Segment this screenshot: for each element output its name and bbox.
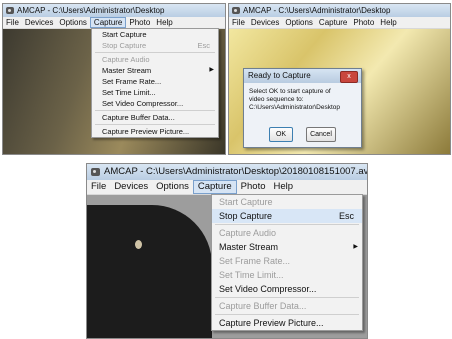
menu-bar: File Devices Options Capture Photo Help: [229, 17, 450, 29]
menu-item-master-stream[interactable]: Master Stream ▶: [92, 65, 218, 76]
menu-file[interactable]: File: [87, 180, 110, 194]
submenu-arrow-icon: ▶: [209, 67, 214, 73]
menu-devices[interactable]: Devices: [248, 17, 282, 28]
menu-item-capture-buffer-data[interactable]: Capture Buffer Data...: [212, 299, 362, 313]
preview-dark-region: [87, 205, 212, 338]
menu-file[interactable]: File: [229, 17, 248, 28]
menu-separator: [215, 224, 359, 225]
amcap-window-capturing: AMCAP - C:\Users\Administrator\Desktop\2…: [86, 163, 368, 339]
window-title: AMCAP - C:\Users\Administrator\Desktop: [243, 6, 391, 15]
menu-separator: [95, 52, 215, 53]
menu-help[interactable]: Help: [270, 180, 298, 194]
menu-item-set-time-limit[interactable]: Set Time Limit...: [92, 87, 218, 98]
menu-photo[interactable]: Photo: [126, 17, 153, 28]
menu-item-capture-preview-picture[interactable]: Capture Preview Picture...: [92, 126, 218, 137]
menu-item-set-frame-rate[interactable]: Set Frame Rate...: [212, 254, 362, 268]
menu-capture[interactable]: Capture: [316, 17, 350, 28]
menu-item-set-video-compressor[interactable]: Set Video Compressor...: [212, 282, 362, 296]
close-icon[interactable]: x: [340, 71, 358, 83]
menu-options[interactable]: Options: [152, 180, 193, 194]
amcap-window-ready-dialog: AMCAP - C:\Users\Administrator\Desktop F…: [228, 3, 451, 155]
ready-to-capture-dialog: Ready to Capture x Select OK to start ca…: [243, 68, 362, 148]
dialog-message: Select OK to start capture of video sequ…: [244, 83, 361, 112]
menu-help[interactable]: Help: [377, 17, 399, 28]
menu-item-set-frame-rate[interactable]: Set Frame Rate...: [92, 76, 218, 87]
menu-item-set-time-limit[interactable]: Set Time Limit...: [212, 268, 362, 282]
window-title: AMCAP - C:\Users\Administrator\Desktop\2…: [104, 166, 367, 177]
menu-separator: [215, 314, 359, 315]
menu-item-stop-capture[interactable]: Stop Capture Esc: [92, 40, 218, 51]
menu-devices[interactable]: Devices: [22, 17, 56, 28]
shortcut-label: Esc: [197, 41, 210, 50]
preview-insect: [135, 240, 142, 249]
ok-button[interactable]: OK: [269, 127, 293, 142]
menu-capture[interactable]: Capture: [89, 17, 127, 28]
capture-dropdown-menu: Start Capture Stop Capture Esc Capture Au…: [91, 28, 219, 138]
menu-capture[interactable]: Capture: [192, 180, 237, 194]
menu-options[interactable]: Options: [56, 17, 90, 28]
cancel-button[interactable]: Cancel: [306, 127, 336, 142]
dialog-message-path: C:\Users\Administrator\Desktop: [249, 104, 341, 111]
menu-separator: [215, 297, 359, 298]
menu-photo[interactable]: Photo: [237, 180, 270, 194]
menu-item-capture-audio[interactable]: Capture Audio: [212, 226, 362, 240]
camera-app-icon: [91, 168, 100, 176]
capture-dropdown-menu: Start Capture Stop Capture Esc Capture Au…: [211, 194, 363, 331]
menu-photo[interactable]: Photo: [350, 17, 377, 28]
dialog-titlebar: Ready to Capture x: [244, 69, 361, 83]
menu-item-capture-audio[interactable]: Capture Audio: [92, 54, 218, 65]
shortcut-label: Esc: [338, 211, 354, 221]
menu-item-capture-buffer-data[interactable]: Capture Buffer Data...: [92, 112, 218, 123]
menu-item-stop-capture[interactable]: Stop Capture Esc: [212, 209, 362, 223]
menu-devices[interactable]: Devices: [110, 180, 152, 194]
amcap-window-capture-menu-open: AMCAP - C:\Users\Administrator\Desktop F…: [2, 3, 226, 155]
menu-item-start-capture[interactable]: Start Capture: [212, 195, 362, 209]
window-titlebar: AMCAP - C:\Users\Administrator\Desktop: [3, 4, 225, 17]
camera-app-icon: [232, 7, 240, 14]
menu-item-set-video-compressor[interactable]: Set Video Compressor...: [92, 98, 218, 109]
window-titlebar: AMCAP - C:\Users\Administrator\Desktop\2…: [87, 164, 367, 180]
menu-separator: [95, 110, 215, 111]
window-titlebar: AMCAP - C:\Users\Administrator\Desktop: [229, 4, 450, 17]
menu-item-master-stream[interactable]: Master Stream ▶: [212, 240, 362, 254]
menu-item-capture-preview-picture[interactable]: Capture Preview Picture...: [212, 316, 362, 330]
menu-file[interactable]: File: [3, 17, 22, 28]
dialog-message-line: video sequence to:: [249, 96, 304, 103]
menu-item-start-capture[interactable]: Start Capture: [92, 29, 218, 40]
window-title: AMCAP - C:\Users\Administrator\Desktop: [17, 6, 165, 15]
menu-separator: [95, 124, 215, 125]
menu-options[interactable]: Options: [282, 17, 316, 28]
dialog-title: Ready to Capture: [248, 71, 311, 80]
submenu-arrow-icon: ▶: [353, 244, 358, 250]
dialog-message-line: Select OK to start capture of: [249, 88, 331, 95]
menu-bar: File Devices Options Capture Photo Help: [87, 180, 367, 195]
camera-app-icon: [6, 7, 14, 14]
menu-help[interactable]: Help: [153, 17, 175, 28]
